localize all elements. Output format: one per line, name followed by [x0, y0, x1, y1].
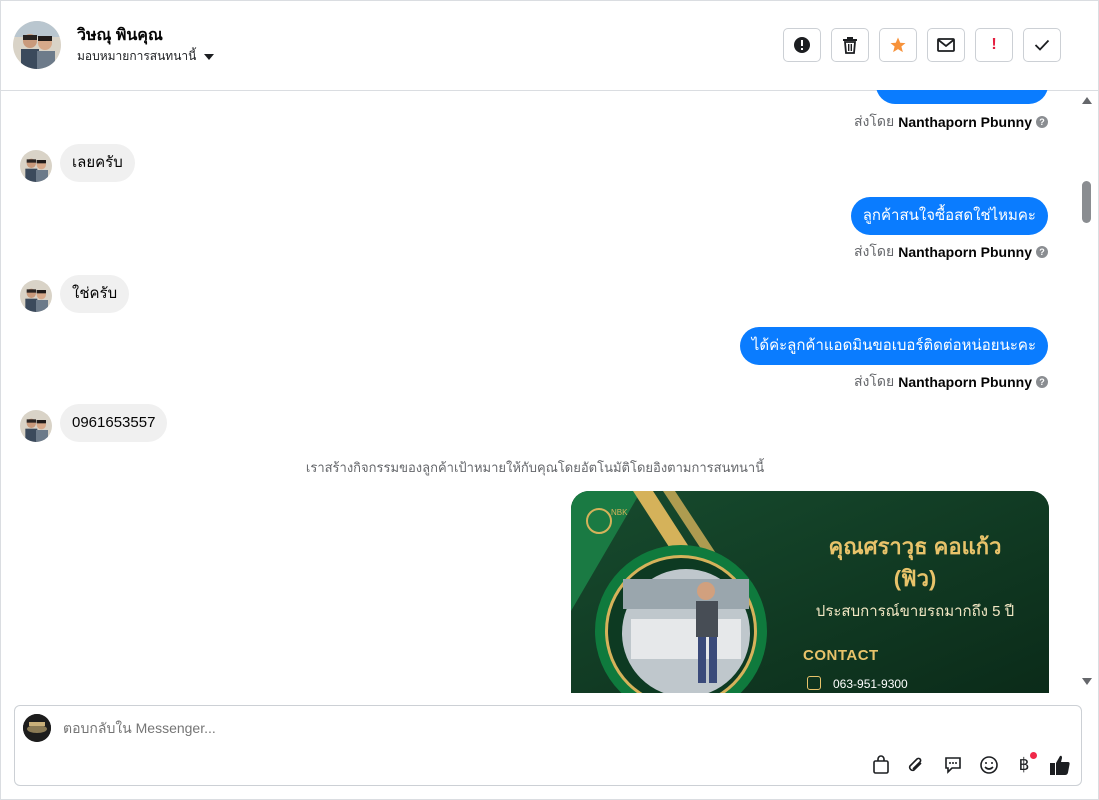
notification-dot — [1030, 752, 1037, 759]
sent-by-label: ส่งโดย Nanthaporn Pbunny ? — [854, 371, 1048, 393]
incoming-message[interactable]: เลยครับ — [60, 144, 135, 182]
contact-avatar-small — [20, 150, 52, 182]
help-icon[interactable]: ? — [1036, 246, 1048, 258]
trash-icon — [842, 36, 858, 54]
phone-icon — [807, 676, 821, 690]
mark-spam-button[interactable] — [783, 28, 821, 62]
page-avatar — [23, 714, 51, 742]
svg-text:NBK: NBK — [611, 508, 628, 517]
sent-by-label: ส่งโดย Nanthaporn Pbunny ? — [854, 111, 1048, 133]
outgoing-message[interactable]: ได้ค่ะลูกค้าแอดมินขอเบอร์ติดต่อหน่อยนะคะ — [739, 327, 1048, 365]
emoji-icon[interactable] — [978, 754, 1000, 776]
sent-by-label: ส่งโดย Nanthaporn Pbunny ? — [854, 241, 1048, 263]
alert-circle-icon — [793, 36, 811, 54]
card-experience: ประสบการณ์ขายรถมากถึง 5 ปี — [815, 603, 1015, 620]
outgoing-message[interactable]: ลูกค้าสนใจซื้อสดใช่ไหมคะ — [850, 197, 1048, 235]
outgoing-image-message[interactable]: NBK คุณศราวุธ คอแก้ว (ฟิว) ประสบการณ์ขาย… — [571, 491, 1049, 693]
assign-label: มอบหมายการสนทนานี้ — [77, 49, 197, 63]
exclamation-icon: ! — [991, 36, 997, 53]
mark-done-button[interactable] — [1023, 28, 1061, 62]
chevron-down-icon — [204, 53, 215, 60]
contact-avatar[interactable] — [13, 21, 61, 69]
card-phone: 063-951-9300 — [833, 677, 908, 691]
contact-avatar-small — [20, 280, 52, 312]
incoming-message[interactable]: ใช่ครับ — [60, 275, 130, 313]
outgoing-message-clipped — [876, 90, 1048, 104]
mark-unread-button[interactable] — [927, 28, 965, 62]
help-icon[interactable]: ? — [1036, 116, 1048, 128]
paperclip-icon[interactable] — [905, 754, 927, 776]
card-contact-label: CONTACT — [803, 647, 879, 664]
reply-composer: ฿ — [14, 705, 1082, 786]
incoming-message[interactable]: 0961653557 — [60, 404, 168, 442]
contact-avatar-small — [20, 410, 52, 442]
baht-icon[interactable]: ฿ — [1013, 752, 1037, 776]
help-icon[interactable]: ? — [1036, 376, 1048, 388]
sender-name: Nanthaporn Pbunny — [898, 374, 1032, 390]
check-icon — [1034, 39, 1050, 51]
envelope-icon — [937, 38, 955, 52]
sender-name: Nanthaporn Pbunny — [898, 114, 1032, 130]
scroll-down-arrow[interactable] — [1082, 678, 1092, 685]
star-icon — [889, 36, 907, 54]
reply-input[interactable] — [63, 720, 763, 736]
contact-name: วิษณุ พินคุณ — [77, 27, 163, 44]
delete-button[interactable] — [831, 28, 869, 62]
follow-up-button[interactable]: ! — [975, 28, 1013, 62]
conversation-header: วิษณุ พินคุณ มอบหมายการสนทนานี้ ! — [1, 1, 1098, 91]
card-nickname: (ฟิว) — [893, 566, 937, 591]
assign-conversation-dropdown[interactable]: มอบหมายการสนทนานี้ — [77, 47, 215, 66]
sender-name: Nanthaporn Pbunny — [898, 244, 1032, 260]
scrollbar-thumb[interactable] — [1082, 181, 1091, 223]
shopping-bag-icon[interactable] — [870, 754, 892, 776]
system-note: เราสร้างกิจกรรมของลูกค้าเป้าหมายให้กับคุ… — [305, 460, 765, 475]
card-name: คุณศราวุธ คอแก้ว — [828, 534, 1002, 559]
conversation-panel: วิษณุ พินคุณ มอบหมายการสนทนานี้ ! ส่งโดย… — [0, 0, 1099, 800]
saved-reply-icon[interactable] — [942, 754, 964, 776]
scroll-up-arrow[interactable] — [1082, 97, 1092, 104]
star-button[interactable] — [879, 28, 917, 62]
like-icon[interactable] — [1049, 754, 1071, 776]
